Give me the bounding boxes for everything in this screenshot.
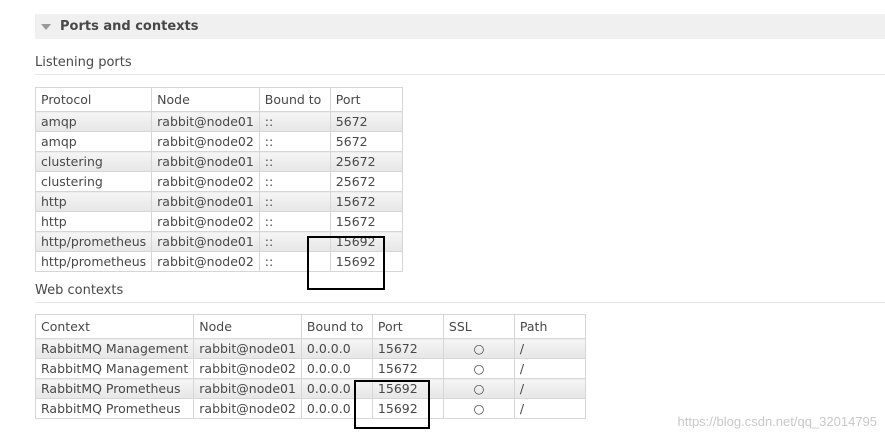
listening-ports-heading: Listening ports — [35, 55, 885, 75]
node-cell: rabbit@node02 — [151, 211, 260, 232]
table-row: clustering rabbit@node01 :: 25672 — [34, 151, 403, 172]
bound-to-cell: :: — [258, 151, 331, 172]
column-header: Path — [513, 314, 586, 339]
column-header: Node — [193, 314, 302, 339]
column-header: Node — [151, 87, 260, 112]
protocol-cell: amqp — [34, 131, 153, 152]
page: Ports and contexts Listening ports Proto… — [0, 0, 885, 443]
protocol-cell: http/prometheus — [34, 231, 153, 252]
ssl-off-icon: ○ — [442, 378, 515, 399]
table-row: http rabbit@node02 :: 15672 — [34, 211, 403, 232]
column-header: Bound to — [258, 87, 331, 112]
protocol-cell: clustering — [34, 171, 153, 192]
protocol-cell: http — [34, 211, 153, 232]
port-cell: 5672 — [329, 111, 403, 132]
path-cell: / — [513, 378, 586, 399]
port-cell: 15672 — [371, 358, 444, 379]
bound-to-cell: :: — [258, 211, 331, 232]
bound-to-cell: 0.0.0.0 — [300, 358, 373, 379]
table-row: RabbitMQ Prometheus rabbit@node01 0.0.0.… — [34, 378, 586, 399]
table-row: RabbitMQ Management rabbit@node01 0.0.0.… — [34, 338, 586, 359]
bound-to-cell: :: — [258, 131, 331, 152]
bound-to-cell: :: — [258, 171, 331, 192]
context-cell: RabbitMQ Prometheus — [34, 398, 195, 419]
node-cell: rabbit@node02 — [151, 171, 260, 192]
node-cell: rabbit@node01 — [151, 111, 260, 132]
table-row: clustering rabbit@node02 :: 25672 — [34, 171, 403, 192]
highlight-box — [354, 380, 430, 429]
column-header: Context — [34, 314, 195, 339]
port-cell: 15672 — [329, 211, 403, 232]
path-cell: / — [513, 358, 586, 379]
column-header: Port — [329, 87, 403, 112]
node-cell: rabbit@node01 — [151, 191, 260, 212]
column-header: Bound to — [300, 314, 373, 339]
table-row: RabbitMQ Management rabbit@node02 0.0.0.… — [34, 358, 586, 379]
node-cell: rabbit@node02 — [151, 251, 260, 272]
node-cell: rabbit@node01 — [151, 231, 260, 252]
highlight-box — [307, 236, 385, 290]
node-cell: rabbit@node02 — [193, 398, 302, 419]
port-cell: 25672 — [329, 151, 403, 172]
node-cell: rabbit@node02 — [193, 358, 302, 379]
ssl-off-icon: ○ — [442, 338, 515, 359]
column-header: SSL — [442, 314, 515, 339]
table-header-row: Protocol Node Bound to Port — [34, 87, 403, 112]
protocol-cell: amqp — [34, 111, 153, 132]
context-cell: RabbitMQ Prometheus — [34, 378, 195, 399]
column-header: Protocol — [34, 87, 153, 112]
ssl-off-icon: ○ — [442, 398, 515, 419]
protocol-cell: clustering — [34, 151, 153, 172]
bound-to-cell: 0.0.0.0 — [300, 338, 373, 359]
web-contexts-heading: Web contexts — [35, 283, 885, 303]
watermark-text: https://blog.csdn.net/qq_32014795 — [677, 414, 878, 429]
collapse-triangle-icon[interactable] — [41, 23, 51, 30]
node-cell: rabbit@node02 — [151, 131, 260, 152]
path-cell: / — [513, 338, 586, 359]
table-row: amqp rabbit@node01 :: 5672 — [34, 111, 403, 132]
node-cell: rabbit@node01 — [151, 151, 260, 172]
bound-to-cell: :: — [258, 111, 331, 132]
bound-to-cell: :: — [258, 191, 331, 212]
ports-and-contexts-header[interactable]: Ports and contexts — [35, 14, 885, 39]
protocol-cell: http/prometheus — [34, 251, 153, 272]
ssl-off-icon: ○ — [442, 358, 515, 379]
protocol-cell: http — [34, 191, 153, 212]
column-header: Port — [371, 314, 444, 339]
port-cell: 15672 — [329, 191, 403, 212]
port-cell: 25672 — [329, 171, 403, 192]
section-title: Ports and contexts — [60, 19, 199, 34]
web-contexts-table: Context Node Bound to Port SSL Path Rabb… — [34, 314, 586, 419]
path-cell: / — [513, 398, 586, 419]
port-cell: 5672 — [329, 131, 403, 152]
port-cell: 15672 — [371, 338, 444, 359]
table-row: amqp rabbit@node02 :: 5672 — [34, 131, 403, 152]
table-row: http rabbit@node01 :: 15672 — [34, 191, 403, 212]
context-cell: RabbitMQ Management — [34, 338, 195, 359]
table-row: RabbitMQ Prometheus rabbit@node02 0.0.0.… — [34, 398, 586, 419]
node-cell: rabbit@node01 — [193, 338, 302, 359]
table-header-row: Context Node Bound to Port SSL Path — [34, 314, 586, 339]
context-cell: RabbitMQ Management — [34, 358, 195, 379]
node-cell: rabbit@node01 — [193, 378, 302, 399]
